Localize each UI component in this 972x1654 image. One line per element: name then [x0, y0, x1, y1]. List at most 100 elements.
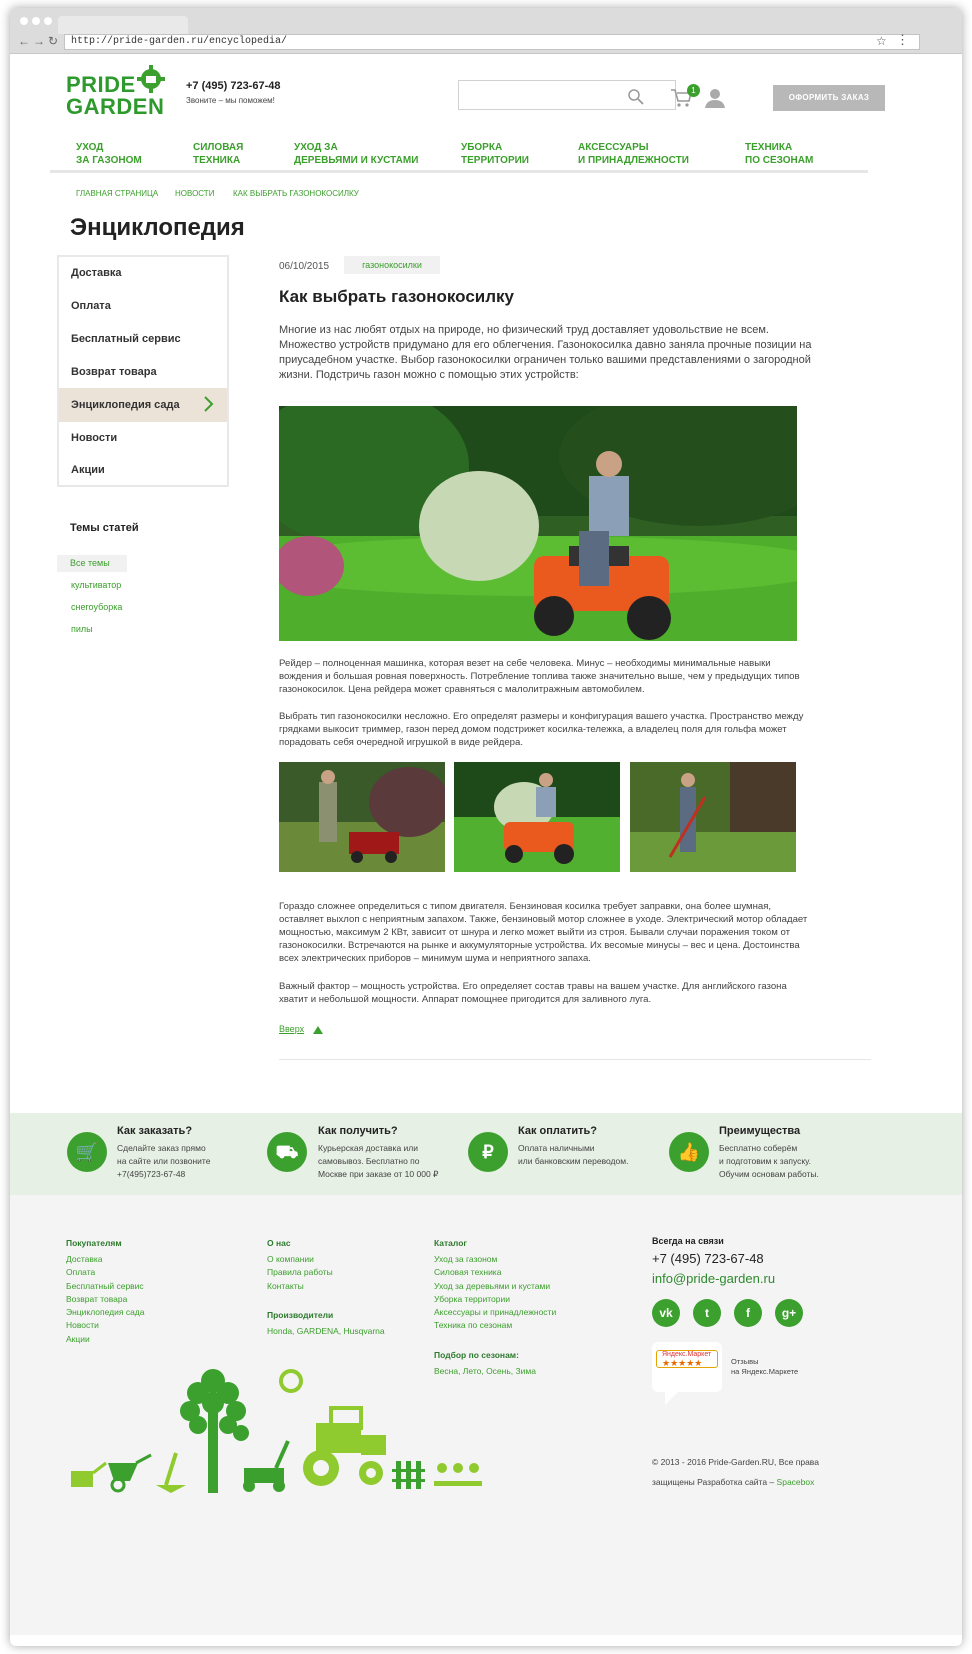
footer-link[interactable]: Оплата — [66, 1266, 145, 1279]
market-badge-name: Яндекс.Маркет — [662, 1351, 712, 1358]
nav-item-power-tools[interactable]: СИЛОВАЯ ТЕХНИКА — [193, 141, 243, 167]
footer-link[interactable]: Аксессуары и принадлежности — [434, 1306, 556, 1319]
article-paragraph-2: Выбрать тип газонокосилки несложно. Его … — [279, 710, 879, 749]
article-title: Как выбрать газонокосилку — [279, 287, 514, 306]
text-line: Важный фактор – мощность устройства. Его… — [279, 981, 787, 992]
footer-catalog-list: Уход за газоном Силовая техника Уход за … — [434, 1253, 556, 1333]
topic-all[interactable]: Все темы — [57, 555, 127, 572]
nav-item-lawn[interactable]: УХОД ЗА ГАЗОНОМ — [76, 141, 142, 167]
order-button[interactable]: ОФОРМИТЬ ЗАКАЗ — [773, 85, 885, 111]
nav-label-line1: АКСЕССУАРЫ — [578, 142, 649, 153]
nav-label-line2: ЗА ГАЗОНОМ — [76, 155, 142, 166]
window-minimize-dot[interactable] — [32, 17, 40, 25]
text-line: приусадебном участке. Выбор газонокосилк… — [279, 354, 811, 366]
browser-tab[interactable] — [58, 16, 188, 34]
article-thumb-trimmer[interactable] — [630, 762, 796, 872]
garden-illustration — [71, 1369, 482, 1493]
vk-icon[interactable]: vk — [652, 1299, 680, 1327]
reload-icon[interactable]: ↻ — [48, 34, 58, 48]
topic-cultivator[interactable]: культиватор — [71, 580, 121, 590]
sidebar-item-promo[interactable]: Акции — [59, 454, 227, 487]
sidebar-menu: Доставка Оплата Бесплатный сервис Возвра… — [57, 255, 229, 487]
nav-item-trees[interactable]: УХОД ЗА ДЕРЕВЬЯМИ И КУСТАМИ — [294, 141, 418, 167]
sidebar-item-returns[interactable]: Возврат товара — [59, 356, 227, 389]
footer-link[interactable]: Бесплатный сервис — [66, 1280, 145, 1293]
sidebar-item-delivery[interactable]: Доставка — [59, 257, 227, 290]
menu-icon[interactable]: ⋮ — [896, 32, 909, 48]
speech-tail-icon — [665, 1391, 679, 1405]
window-close-dot[interactable] — [20, 17, 28, 25]
article-paragraph-4: Важный фактор – мощность устройства. Его… — [279, 980, 879, 1006]
article-tag[interactable]: газонокосилки — [344, 256, 440, 274]
thumb-up-icon: 👍 — [669, 1132, 709, 1172]
text-line: Рейдер – полноценная машинка, которая ве… — [279, 658, 771, 669]
article-paragraph-1: Рейдер – полноценная машинка, которая ве… — [279, 657, 879, 696]
footer-link[interactable]: Уход за деревьями и кустами — [434, 1280, 556, 1293]
triangle-up-icon[interactable] — [313, 1026, 323, 1034]
developer-link[interactable]: Spacebox — [777, 1477, 815, 1487]
footer-link[interactable]: Доставка — [66, 1253, 145, 1266]
article-paragraph-3: Гораздо сложнее определиться с типом дви… — [279, 900, 879, 965]
breadcrumb-home[interactable]: ГЛАВНАЯ СТРАНИЦА — [76, 189, 158, 198]
nav-item-cleaning[interactable]: УБОРКА ТЕРРИТОРИИ — [461, 141, 529, 167]
text-line: Обучим основам работы. — [719, 1169, 819, 1179]
nav-item-seasons[interactable]: ТЕХНИКА ПО СЕЗОНАМ — [745, 141, 813, 167]
footer-phone[interactable]: +7 (495) 723-67-48 — [652, 1251, 764, 1266]
market-badge[interactable]: Яндекс.Маркет ★★★★★ — [652, 1342, 722, 1392]
search-icon[interactable] — [627, 88, 645, 106]
article-thumb-walk-mower[interactable] — [279, 762, 445, 872]
wheelbarrow-icon — [108, 1453, 152, 1493]
footer-link[interactable]: Техника по сезонам — [434, 1319, 556, 1332]
copyright: © 2013 - 2016 Pride-Garden.RU, Все права… — [652, 1452, 819, 1492]
market-reviews-text[interactable]: Отзывы на Яндекс.Маркете — [731, 1357, 798, 1377]
text-line: или банковским переводом. — [518, 1156, 629, 1166]
logo-text-pride[interactable]: PRIDE — [66, 74, 136, 96]
breadcrumb-news[interactable]: НОВОСТИ — [175, 189, 214, 198]
footer-link[interactable]: О компании — [267, 1253, 333, 1266]
bookmark-star-icon[interactable]: ☆ — [876, 34, 887, 48]
article-thumb-rider[interactable] — [454, 762, 620, 872]
nav-label-line2: И ПРИНАДЛЕЖНОСТИ — [578, 155, 689, 166]
text-line: на Яндекс.Маркете — [731, 1367, 799, 1376]
footer-link[interactable]: Уборка территории — [434, 1293, 556, 1306]
forward-icon[interactable]: → — [33, 34, 45, 48]
user-icon[interactable] — [704, 87, 726, 109]
footer-link[interactable]: Энциклопедия сада — [66, 1306, 145, 1319]
footer-link[interactable]: Правила работы — [267, 1266, 333, 1279]
topic-snow[interactable]: снегоуборка — [71, 602, 122, 612]
footer-link[interactable]: Контакты — [267, 1280, 333, 1293]
footer-link[interactable]: Акции — [66, 1333, 145, 1346]
sidebar-item-encyclopedia[interactable]: Энциклопедия сада — [59, 388, 227, 422]
sidebar-item-service[interactable]: Бесплатный сервис — [59, 323, 227, 356]
text-line: хватит и небольшой мощности. Аппарат пом… — [279, 994, 652, 1005]
facebook-icon[interactable]: f — [734, 1299, 762, 1327]
window-maximize-dot[interactable] — [44, 17, 52, 25]
text-line: и подготовим к запуску. — [719, 1156, 811, 1166]
scroll-up-link[interactable]: Вверх — [279, 1024, 304, 1034]
footer-buyers-list: Доставка Оплата Бесплатный сервис Возвра… — [66, 1253, 145, 1346]
back-icon[interactable]: ← — [18, 34, 30, 48]
address-bar[interactable]: http://pride-garden.ru/encyclopedia/ — [64, 34, 920, 50]
google-plus-icon[interactable]: g+ — [775, 1299, 803, 1327]
sidebar-item-payment[interactable]: Оплата — [59, 290, 227, 323]
footer-catalog-title: Каталог — [434, 1238, 467, 1248]
logo-text-garden[interactable]: GARDEN — [66, 96, 164, 118]
topic-saws[interactable]: пилы — [71, 624, 93, 634]
header-phone[interactable]: +7 (495) 723-67-48 — [186, 80, 280, 92]
footer-link[interactable]: Силовая техника — [434, 1266, 556, 1279]
sidebar-item-news[interactable]: Новости — [59, 422, 227, 455]
footer-makers[interactable]: Honda, GARDENA, Husqvarna — [267, 1325, 385, 1338]
band-title-receive: Как получить? — [318, 1125, 398, 1137]
twitter-icon[interactable]: t — [693, 1299, 721, 1327]
truck-icon: ⛟ — [267, 1132, 307, 1172]
footer-link[interactable]: Уход за газоном — [434, 1253, 556, 1266]
footer-seasons-title: Подбор по сезонам: — [434, 1350, 519, 1360]
text-line: Бесплатно соберём — [719, 1143, 798, 1153]
page-title: Энциклопедия — [70, 214, 245, 241]
footer-email[interactable]: info@pride-garden.ru — [652, 1271, 775, 1286]
footer-link[interactable]: Возврат товара — [66, 1293, 145, 1306]
nav-item-accessories[interactable]: АКСЕССУАРЫ И ПРИНАДЛЕЖНОСТИ — [578, 141, 689, 167]
footer-link[interactable]: Новости — [66, 1319, 145, 1332]
text-line: порадовать себя очередной игрушкой в вид… — [279, 737, 524, 748]
band-text-advantages: Бесплатно соберём и подготовим к запуску.… — [719, 1142, 819, 1181]
